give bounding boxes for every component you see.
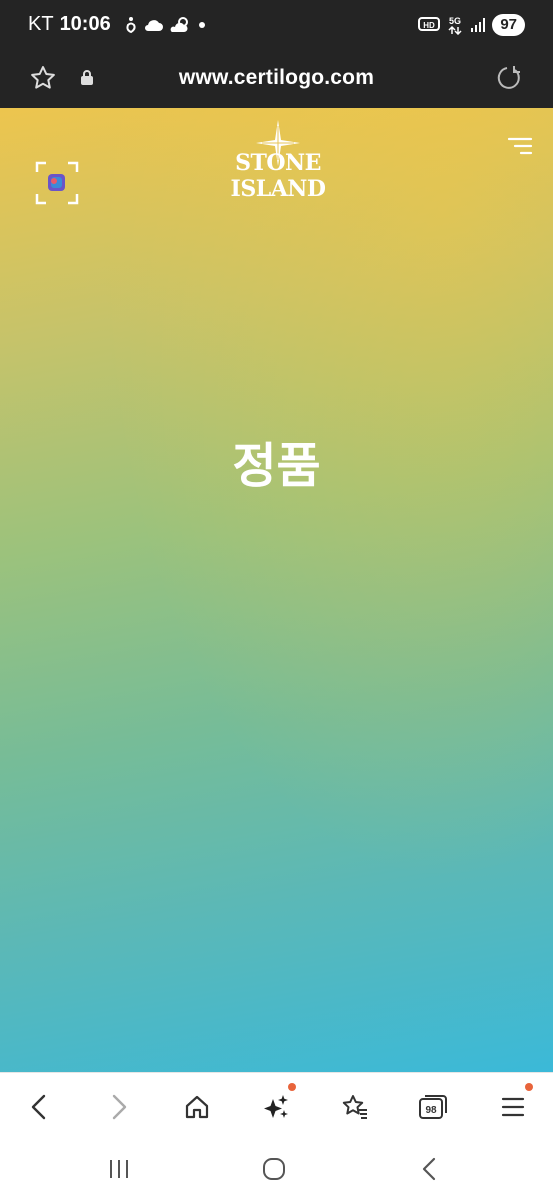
- tabs-count: 98: [425, 1105, 437, 1116]
- bookmarks-icon[interactable]: [337, 1089, 373, 1125]
- menu-icon[interactable]: [495, 1083, 533, 1125]
- reload-icon[interactable]: [495, 64, 523, 97]
- status-bar: KT 10:06 HD 5G 97: [0, 0, 553, 52]
- notification-dot-icon: [197, 20, 207, 30]
- 5g-icon: 5G: [446, 15, 464, 35]
- home-circle-icon[interactable]: [259, 1154, 289, 1184]
- carrier-label: KT: [28, 13, 54, 35]
- recent-apps-icon[interactable]: [104, 1154, 134, 1184]
- notification-badge: [525, 1083, 533, 1091]
- brand-name: STONE ISLAND: [230, 150, 326, 202]
- browser-toolbar: 98: [0, 1072, 553, 1139]
- partly-cloudy-icon: [169, 16, 191, 34]
- battery-indicator: 97: [492, 14, 525, 36]
- signal-icon: [470, 17, 486, 33]
- hd-voice-icon: HD: [418, 17, 441, 33]
- back-chevron-icon[interactable]: [414, 1154, 444, 1184]
- system-navigation-bar: [0, 1138, 553, 1200]
- url-text[interactable]: www.certilogo.com: [0, 66, 553, 90]
- page-content: STONE ISLAND 정품: [0, 108, 553, 1072]
- scan-icon[interactable]: [34, 160, 80, 206]
- notification-badge: [288, 1083, 296, 1091]
- browser-address-bar: www.certilogo.com: [0, 52, 553, 108]
- sparkle-icon[interactable]: [258, 1083, 296, 1125]
- back-icon[interactable]: [21, 1089, 57, 1125]
- tabs-icon[interactable]: 98: [415, 1089, 451, 1125]
- brand-logo: STONE ISLAND: [196, 120, 360, 202]
- menu-icon[interactable]: [507, 136, 533, 161]
- svg-text:5G: 5G: [449, 16, 461, 26]
- cloud-icon: [143, 18, 163, 32]
- forward-icon[interactable]: [101, 1089, 137, 1125]
- svg-text:HD: HD: [424, 21, 436, 30]
- clock: 10:06: [59, 13, 111, 35]
- accessibility-icon: [125, 16, 137, 34]
- home-icon[interactable]: [179, 1089, 215, 1125]
- authenticity-result: 정품: [232, 438, 321, 494]
